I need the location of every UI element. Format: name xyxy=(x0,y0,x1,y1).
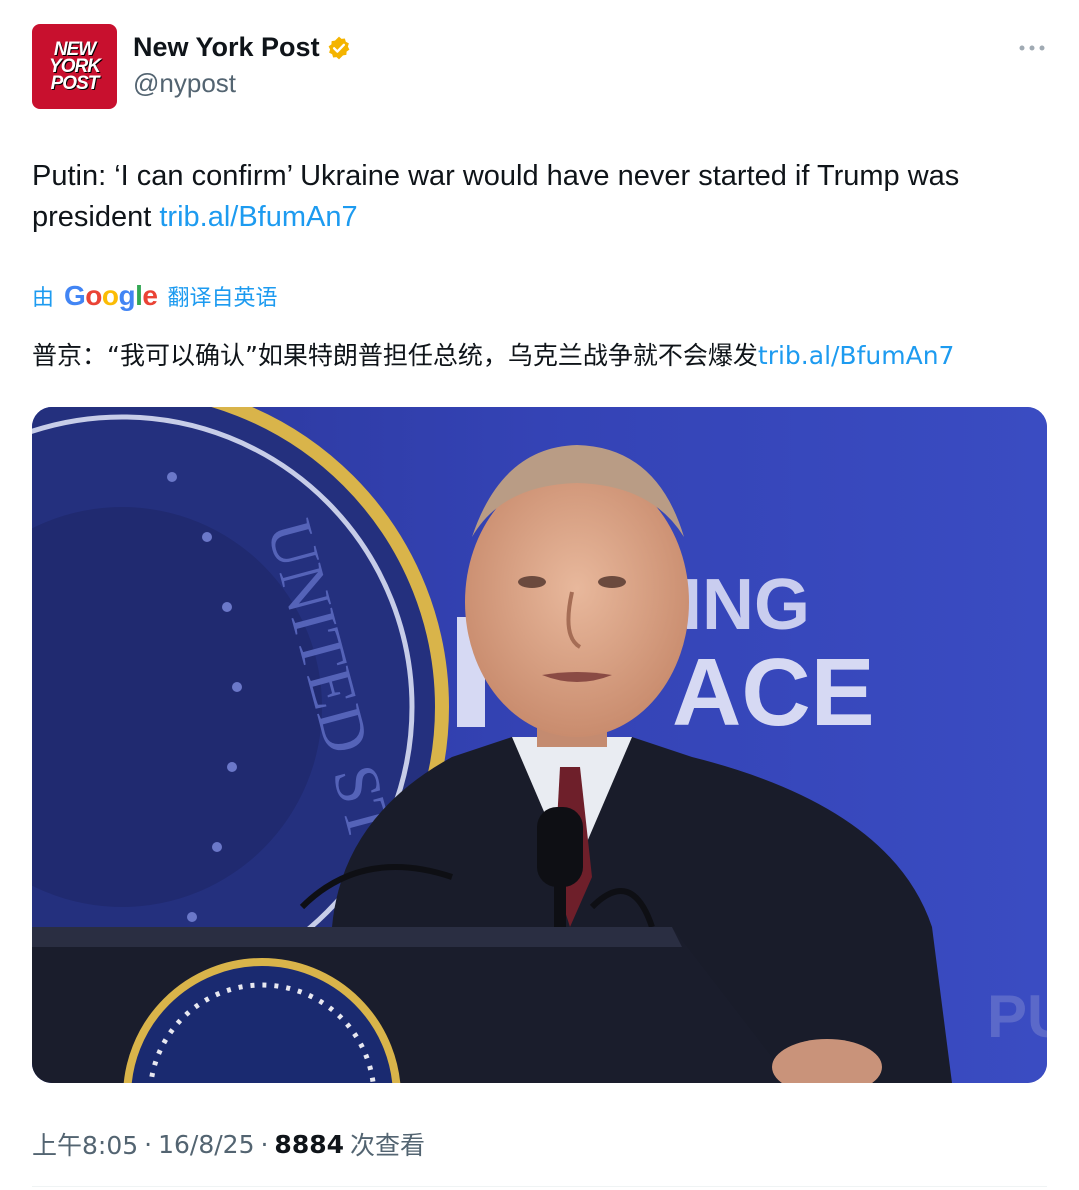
tweet-header: NEW YORK POST New York Post @nypost xyxy=(32,24,1047,110)
translation-attribution[interactable]: 由 Google 翻译自英语 xyxy=(32,280,278,312)
google-logo: Google xyxy=(64,280,158,311)
speaker-face xyxy=(465,467,689,737)
views-label: 次查看 xyxy=(350,1131,426,1160)
meta-separator: · xyxy=(260,1129,269,1159)
display-name[interactable]: New York Post xyxy=(133,32,320,63)
translate-label: 翻译自英语 xyxy=(167,285,278,310)
backdrop-word-2: ACE xyxy=(672,639,875,746)
tweet-time[interactable]: 上午8:05 xyxy=(32,1126,138,1162)
tweet-image[interactable]: UNITED ST ING ACE PU xyxy=(32,407,1047,1083)
views-count: 8884 xyxy=(274,1129,345,1159)
microphone xyxy=(537,807,583,887)
translated-text: 普京：“我可以确认”如果特朗普担任总统，乌克兰战争就不会爆发trib.al/Bf… xyxy=(32,338,1047,374)
tweet-date[interactable]: 16/8/25 xyxy=(158,1130,254,1159)
logo-line-3: POST xyxy=(50,73,100,94)
translated-link[interactable]: trib.al/BfumAn7 xyxy=(758,341,955,370)
tweet-text: Putin: ‘I can confirm’ Ukraine war would… xyxy=(32,156,1047,238)
handle[interactable]: @nypost xyxy=(133,68,236,99)
backdrop-word-3: PU xyxy=(987,983,1047,1050)
verified-badge-icon xyxy=(328,36,349,59)
more-options-icon[interactable] xyxy=(1017,38,1047,58)
translate-prefix: 由 xyxy=(32,285,55,310)
translated-body: 普京：“我可以确认”如果特朗普担任总统，乌克兰战争就不会爆发 xyxy=(32,341,758,370)
backdrop-word-1: ING xyxy=(682,565,810,645)
tweet-meta: 上午8:05 · 16/8/25 · 8884 次查看 xyxy=(32,1126,425,1162)
divider xyxy=(32,1186,1047,1187)
nypost-avatar[interactable]: NEW YORK POST xyxy=(32,24,117,109)
name-row: New York Post xyxy=(133,32,352,63)
tweet-link[interactable]: trib.al/BfumAn7 xyxy=(159,201,357,233)
meta-separator: · xyxy=(144,1129,153,1159)
press-photo: UNITED ST ING ACE PU xyxy=(32,407,1047,1083)
